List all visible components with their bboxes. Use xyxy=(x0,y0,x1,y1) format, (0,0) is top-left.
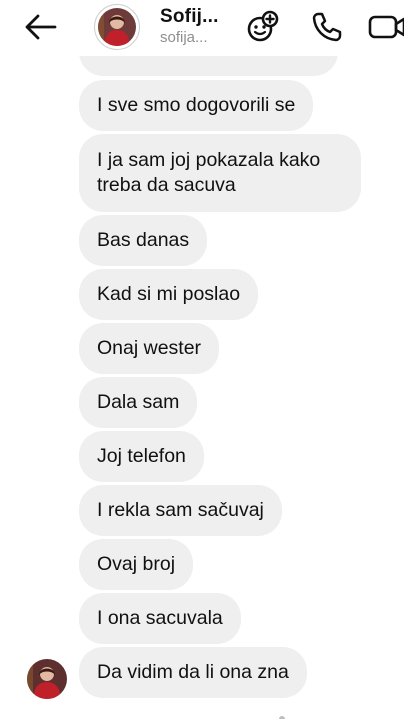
message-bubble[interactable]: Kad si mi poslao xyxy=(79,269,259,320)
contact-handle[interactable]: sofija... xyxy=(160,29,208,46)
message-text: I rekla sam sačuvaj xyxy=(97,499,264,521)
chat-screen: Sofij... sofija... I sve smo dogovorili … xyxy=(0,0,404,719)
sender-avatar[interactable] xyxy=(27,659,67,699)
message-bubble[interactable]: Joj telefon xyxy=(79,431,204,482)
phone-icon xyxy=(312,12,342,42)
profile-photo-icon xyxy=(98,8,136,46)
back-button[interactable] xyxy=(22,10,60,44)
message-text: I sve smo dogovorili se xyxy=(97,94,296,116)
message-bubble[interactable]: Ovaj broj xyxy=(79,539,194,590)
video-call-button[interactable] xyxy=(368,10,404,44)
message-text: Ovaj broj xyxy=(97,553,176,575)
message-text: Onaj wester xyxy=(97,337,202,359)
message-bubble[interactable]: I ja sam joj pokazala kako treba da sacu… xyxy=(79,134,361,212)
message-text: Kad si mi poslao xyxy=(97,283,241,305)
message-text: Joj telefon xyxy=(97,445,186,467)
message-bubble[interactable]: I rekla sam sačuvaj xyxy=(79,485,282,536)
contact-avatar[interactable] xyxy=(94,4,140,50)
message-text: I ja sam joj pokazala kako treba da sacu… xyxy=(97,149,321,196)
message-bubble[interactable]: Dala sam xyxy=(79,377,198,428)
chat-header: Sofij... sofija... xyxy=(0,0,404,56)
effects-add-icon xyxy=(247,10,279,42)
message-text: Dala sam xyxy=(97,391,180,413)
message-bubble[interactable]: Bas danas xyxy=(79,215,208,266)
video-icon xyxy=(368,15,404,39)
audio-call-button[interactable] xyxy=(309,10,345,44)
contact-name[interactable]: Sofij... xyxy=(160,6,219,28)
arrow-left-icon xyxy=(25,14,57,40)
message-text: Da vidim da li ona zna xyxy=(97,661,289,683)
profile-photo-icon xyxy=(27,659,67,699)
message-bubble[interactable]: Onaj wester xyxy=(79,323,220,374)
message-bubble[interactable]: I sve smo dogovorili se xyxy=(79,80,314,131)
message-text: Bas danas xyxy=(97,229,190,251)
message-bubble[interactable]: Da vidim da li ona zna xyxy=(79,647,307,698)
effects-button[interactable] xyxy=(244,10,280,44)
message-bubble[interactable]: I ona sacuvala xyxy=(79,593,241,644)
message-text: I ona sacuvala xyxy=(97,607,223,629)
